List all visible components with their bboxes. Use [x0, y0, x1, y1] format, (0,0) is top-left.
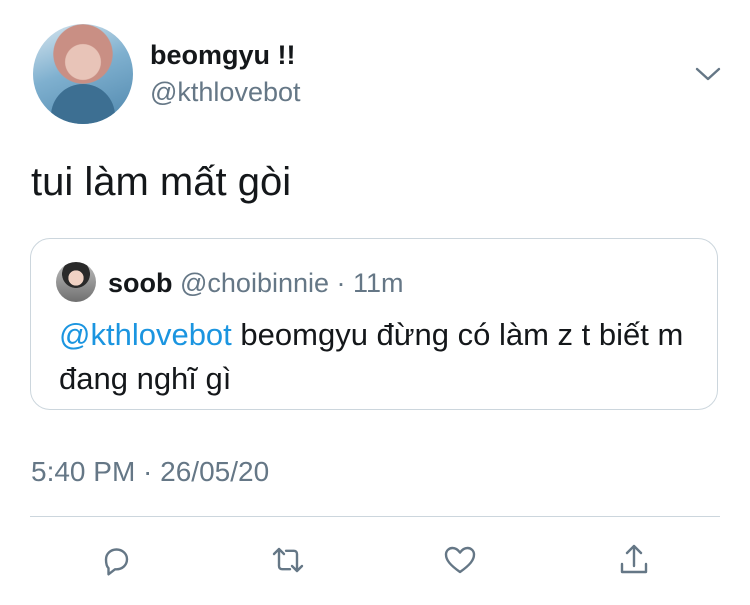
- tweet-text: tui làm mất gòi: [31, 160, 292, 204]
- heart-icon[interactable]: [440, 540, 480, 580]
- reply-icon[interactable]: [96, 540, 136, 580]
- author-handle[interactable]: @kthlovebot: [150, 77, 301, 108]
- quoted-author-name: soob: [108, 268, 173, 298]
- quoted-author-handle-time: @choibinnie · 11m: [172, 268, 404, 298]
- author-avatar[interactable]: [33, 24, 133, 124]
- quoted-author-avatar: [56, 262, 96, 302]
- divider: [30, 516, 720, 517]
- author-display-name[interactable]: beomgyu !!: [150, 40, 296, 71]
- quoted-mention-link[interactable]: @kthlovebot: [59, 317, 232, 352]
- chevron-down-icon[interactable]: [695, 64, 721, 84]
- retweet-icon[interactable]: [268, 540, 308, 580]
- quoted-tweet-text: @kthlovebot beomgyu đừng có làm z t biết…: [59, 313, 709, 401]
- tweet-timestamp[interactable]: 5:40 PM · 26/05/20: [31, 456, 269, 488]
- quoted-tweet-header: soob @choibinnie · 11m: [108, 268, 404, 299]
- share-icon[interactable]: [614, 540, 654, 580]
- quoted-tweet-card[interactable]: soob @choibinnie · 11m @kthlovebot beomg…: [30, 238, 718, 410]
